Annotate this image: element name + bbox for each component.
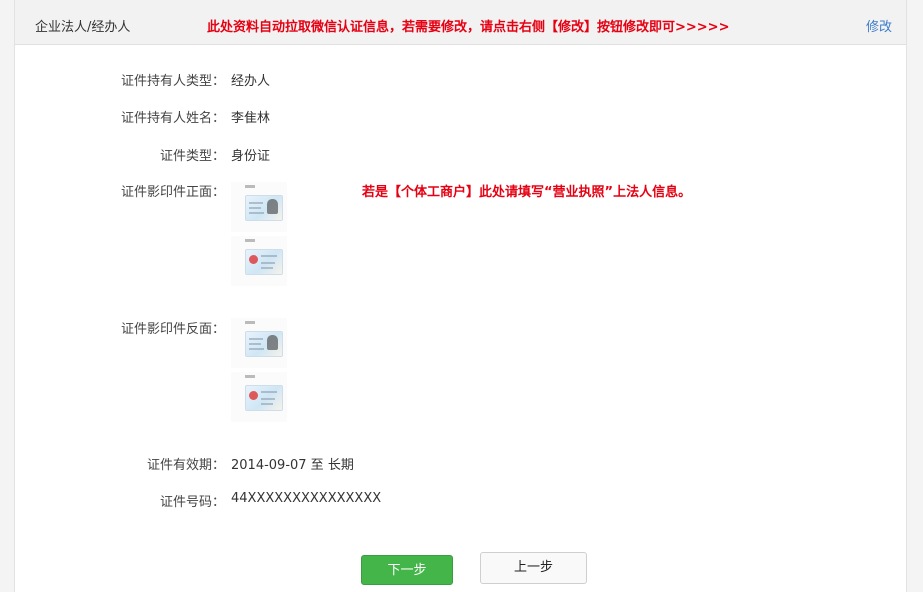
back-copy-thumbnail-2[interactable] [231,372,287,422]
id-number-label: 证件号码： [159,495,225,510]
thumbnail-caption [245,185,255,188]
sole-proprietor-hint: 若是【个体工商户】此处请填写“营业执照”上法人信息。 [362,185,692,200]
holder-type-value: 经办人 [231,74,271,89]
auto-fill-notice: 此处资料自动拉取微信认证信息，若需要修改，请点击右侧【修改】按钮修改即可>>>>… [207,20,730,35]
id-type-label: 证件类型： [159,149,225,164]
section-title: 企业法人/经办人 [35,20,131,35]
front-copy-thumbnail-2[interactable] [231,236,287,286]
front-copy-thumbnail[interactable] [231,182,287,232]
thumbnail-caption [245,375,255,378]
section-header: 企业法人/经办人 此处资料自动拉取微信认证信息，若需要修改，请点击右侧【修改】按… [15,0,906,45]
holder-name-label: 证件持有人姓名： [120,111,225,126]
id-card-front-image [245,331,283,357]
front-copy-label: 证件影印件正面： [120,185,225,200]
next-step-button[interactable]: 下一步 [361,555,453,585]
validity-label: 证件有效期： [146,458,225,473]
back-copy-thumbnail[interactable] [231,318,287,368]
holder-type-label: 证件持有人类型： [120,74,225,89]
edit-link[interactable]: 修改 [866,16,892,35]
id-card-front-image [245,195,283,221]
id-number-value: 44XXXXXXXXXXXXXXX [231,491,382,506]
thumbnail-caption [245,321,255,324]
form-panel: 企业法人/经办人 此处资料自动拉取微信认证信息，若需要修改，请点击右侧【修改】按… [14,0,907,592]
thumbnail-caption [245,239,255,242]
id-type-value: 身份证 [231,149,271,164]
id-card-back-image [245,249,283,275]
back-copy-label: 证件影印件反面： [120,322,225,337]
validity-value: 2014-09-07 至 长期 [231,458,354,473]
id-card-back-image [245,385,283,411]
holder-name-value: 李隹林 [231,111,271,126]
previous-step-button[interactable]: 上一步 [480,552,587,584]
